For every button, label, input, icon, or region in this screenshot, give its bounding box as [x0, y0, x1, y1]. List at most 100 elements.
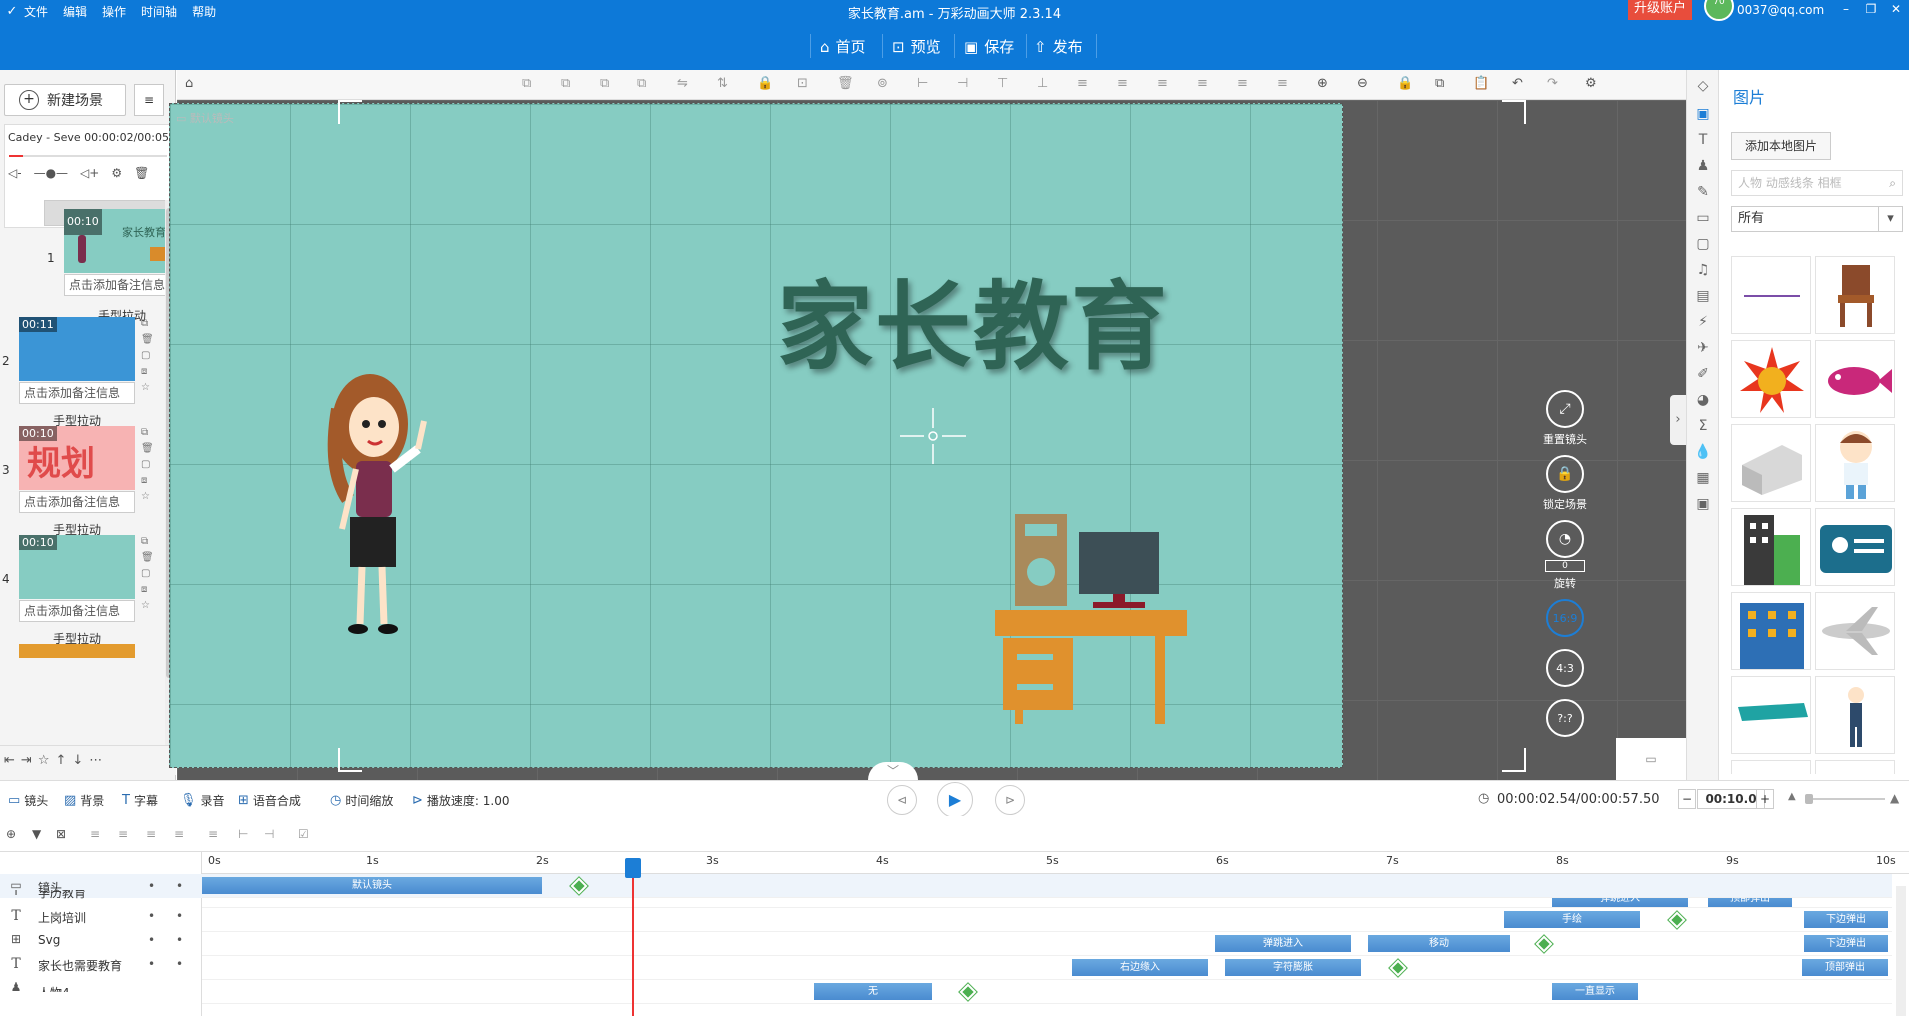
add-keyframe-icon[interactable]: [1668, 911, 1686, 929]
zoom-out-icon[interactable]: ▲: [1788, 791, 1796, 802]
image-tall-building[interactable]: [1731, 508, 1811, 586]
distribute-icon[interactable]: ≡: [208, 827, 218, 841]
add-keyframe-icon[interactable]: [959, 983, 977, 1001]
move-up-icon[interactable]: ↑: [55, 753, 66, 768]
select-icon[interactable]: ⊠: [56, 827, 66, 841]
animation-clip[interactable]: 顶部弹出: [1708, 898, 1792, 907]
star-icon[interactable]: ☆: [141, 381, 155, 394]
align-icon[interactable]: ≡: [1277, 76, 1288, 91]
home-icon[interactable]: ⌂: [185, 76, 193, 91]
track-person[interactable]: ♟ 人物4: [0, 976, 202, 992]
volume-slider[interactable]: —●—: [34, 166, 68, 186]
lock-dot[interactable]: •: [176, 909, 183, 923]
scene-title-text[interactable]: 家长教育: [777, 249, 1169, 388]
star-icon[interactable]: ☆: [141, 599, 155, 612]
image-fish[interactable]: [1815, 340, 1895, 418]
export-icon[interactable]: ⇥: [21, 753, 32, 768]
paste-icon[interactable]: 📋: [1473, 76, 1489, 91]
minimize-icon[interactable]: –: [1835, 2, 1857, 16]
delete-icon[interactable]: 🗑: [141, 442, 155, 455]
lock-dot[interactable]: •: [176, 957, 183, 971]
save-button[interactable]: ▣ 保存: [964, 36, 1014, 57]
link-icon[interactable]: ⊚: [877, 76, 888, 91]
layer-icon[interactable]: ⧉: [637, 76, 646, 91]
image-id-card[interactable]: [1815, 508, 1895, 586]
character-icon[interactable]: ♟: [1694, 158, 1712, 174]
scene-item[interactable]: [0, 636, 166, 760]
align-icon[interactable]: ⊣: [957, 76, 968, 91]
star-icon[interactable]: ☆: [141, 490, 155, 503]
delete-icon[interactable]: 🗑: [141, 333, 155, 346]
menu-help[interactable]: 帮助: [192, 3, 216, 20]
import-icon[interactable]: ⇤: [4, 753, 15, 768]
search-input[interactable]: 人物 动感线条 相框 ⌕: [1731, 170, 1903, 196]
animation-clip[interactable]: 顶部弹出: [1802, 959, 1888, 976]
shape-icon[interactable]: ◇: [1694, 78, 1712, 94]
menu-file[interactable]: 文件: [24, 3, 48, 20]
visibility-dot[interactable]: •: [148, 933, 155, 947]
record-button[interactable]: 🎙 录音: [180, 792, 225, 809]
search-icon[interactable]: ⌕: [1889, 171, 1896, 195]
zoom-in-icon[interactable]: ⊕: [1317, 76, 1328, 91]
zoom-in-icon[interactable]: ▲: [1890, 791, 1899, 805]
add-subtitle-button[interactable]: T 字幕: [122, 792, 158, 809]
add-keyframe-icon[interactable]: [1535, 935, 1553, 953]
stage[interactable]: ▭ 默认镜头 家长教育: [169, 103, 1343, 768]
image-sun-burst[interactable]: [1731, 340, 1811, 418]
woman-character[interactable]: [318, 369, 438, 639]
visibility-dot[interactable]: •: [148, 957, 155, 971]
prev-frame-button[interactable]: ⊲: [887, 785, 917, 815]
ratio-4-3-button[interactable]: 4:3: [1546, 649, 1584, 687]
user-email[interactable]: 0037@qq.com: [1737, 3, 1824, 17]
timeline-zoom-slider[interactable]: [1805, 794, 1885, 804]
track-text[interactable]: T 家长也需要教育 • •: [0, 952, 202, 976]
category-select[interactable]: 所有 ▾: [1731, 206, 1903, 232]
delete-icon[interactable]: 🗑: [837, 76, 854, 91]
redo-icon[interactable]: ↷: [1547, 76, 1558, 91]
align-icon[interactable]: ≡: [1117, 76, 1128, 91]
distribute-icon[interactable]: ⊢: [238, 827, 248, 841]
flip-icon[interactable]: ⇅: [717, 76, 728, 91]
animation-clip[interactable]: 弹跳进入: [1215, 935, 1351, 952]
app-icon[interactable]: ✓: [0, 4, 24, 19]
ratio-custom-button[interactable]: ?:?: [1546, 699, 1584, 737]
more-icon[interactable]: ⋯: [89, 753, 102, 768]
move-down-icon[interactable]: ↓: [72, 753, 83, 768]
lock-icon[interactable]: 🔒: [1397, 76, 1413, 91]
folder-icon[interactable]: ▢: [1694, 236, 1712, 252]
image-boy[interactable]: [1815, 424, 1895, 502]
speed-button[interactable]: ⊳ 播放速度: 1.00: [412, 792, 509, 809]
animation-clip[interactable]: 移动: [1368, 935, 1510, 952]
paste-icon[interactable]: ⧉: [561, 76, 570, 91]
flash-icon[interactable]: ⚡: [1694, 314, 1712, 330]
image-vip[interactable]: [1815, 760, 1895, 774]
align-icon[interactable]: ≡: [174, 827, 184, 841]
desk-computer-image[interactable]: [995, 514, 1195, 734]
track-svg[interactable]: ⊞ Svg • •: [0, 928, 202, 952]
image-line[interactable]: [1731, 256, 1811, 334]
clip-icon[interactable]: ▢: [141, 349, 155, 362]
scene-item[interactable]: 1 00:10 家长教育 点击添加备注信息 手型拉动 ⧉🗑▢⧈☆: [44, 200, 166, 323]
formula-icon[interactable]: Σ: [1694, 418, 1712, 434]
image-chair[interactable]: [1815, 256, 1895, 334]
scene-thumbnail[interactable]: 00:10: [19, 535, 135, 599]
music-icon[interactable]: ♫: [1694, 262, 1712, 278]
volume-down-icon[interactable]: ◁-: [8, 166, 22, 186]
image-ribbon[interactable]: [1731, 676, 1811, 754]
text-icon[interactable]: T: [1694, 132, 1712, 148]
visibility-dot[interactable]: •: [148, 909, 155, 923]
image-building[interactable]: [1731, 424, 1811, 502]
align-icon[interactable]: ⊢: [917, 76, 928, 91]
image-icon[interactable]: ▣: [1694, 106, 1712, 122]
chart-icon[interactable]: ◕: [1694, 392, 1712, 408]
upgrade-button[interactable]: 升级账户: [1628, 0, 1693, 20]
add-camera-button[interactable]: ▭ 镜头: [8, 792, 48, 809]
time-scale-button[interactable]: ◷ 时间缩放: [330, 792, 393, 809]
image-vip[interactable]: [1731, 760, 1811, 774]
lock-icon[interactable]: 🔒: [757, 76, 773, 91]
animation-clip[interactable]: 手绘: [1504, 911, 1640, 928]
rotate-icon[interactable]: ◔: [1546, 520, 1584, 558]
playhead-handle[interactable]: [625, 858, 641, 878]
group-icon[interactable]: ⧈: [141, 583, 155, 596]
copy-icon[interactable]: ⧉: [141, 535, 155, 548]
